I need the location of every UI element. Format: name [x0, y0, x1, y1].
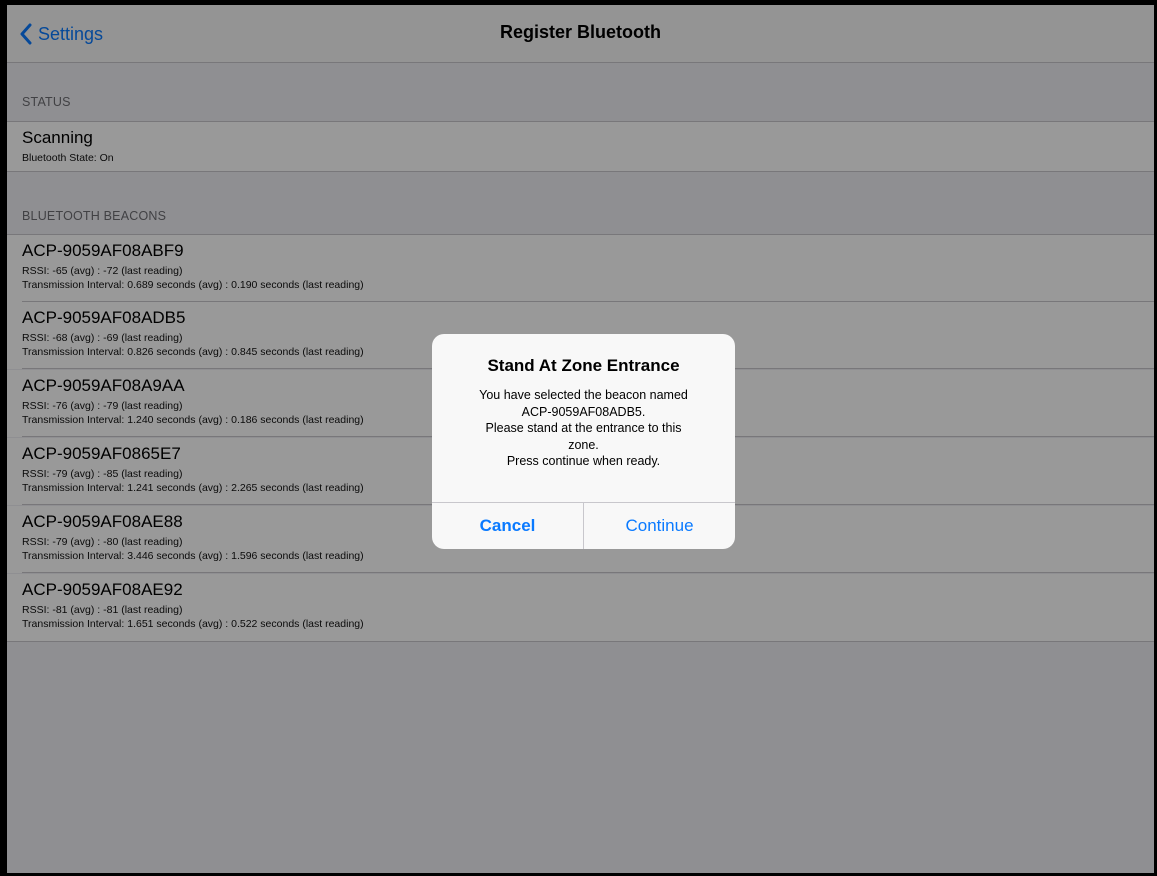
alert-message: You have selected the beacon named ACP-9…: [448, 387, 719, 470]
alert-dialog: Stand At Zone Entrance You have selected…: [432, 334, 735, 549]
alert-message-line: Please stand at the entrance to this: [485, 421, 682, 435]
cancel-button[interactable]: Cancel: [432, 503, 583, 549]
alert-button-bar: Cancel Continue: [432, 502, 735, 549]
app-window: Settings Register Bluetooth STATUS Scann…: [0, 0, 1157, 876]
alert-message-line: zone.: [568, 437, 599, 452]
alert-title: Stand At Zone Entrance: [487, 356, 680, 375]
alert-message-line: You have selected the beacon named: [479, 388, 688, 402]
alert-message-line: ACP-9059AF08ADB5.: [521, 404, 646, 419]
alert-message-line: Press continue when ready.: [506, 454, 661, 468]
continue-button[interactable]: Continue: [583, 503, 735, 549]
